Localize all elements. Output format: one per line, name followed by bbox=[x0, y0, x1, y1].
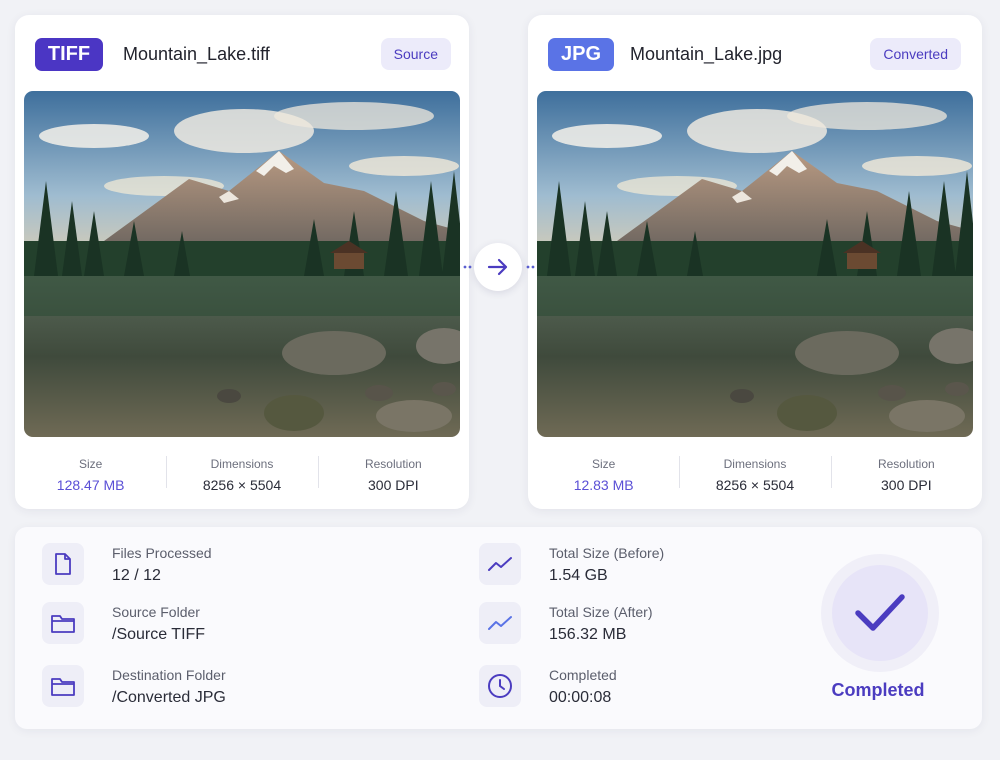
stat-value: 128.47 MB bbox=[56, 477, 125, 493]
destination-folder-value[interactable]: /Converted JPG bbox=[112, 689, 226, 707]
files-processed-label: Files Processed bbox=[112, 545, 212, 561]
total-after-label: Total Size (After) bbox=[549, 604, 653, 620]
files-processed-value: 12 / 12 bbox=[112, 567, 161, 584]
stat-value: 300 DPI bbox=[881, 477, 932, 493]
folder-icon bbox=[42, 602, 84, 644]
source-stat-resolution: Resolution 300 DPI bbox=[317, 453, 469, 497]
completed-status-label: Completed bbox=[831, 680, 925, 700]
converted-tag: Converted bbox=[870, 38, 961, 70]
stat-label: Dimensions bbox=[210, 457, 274, 471]
stat-value: 300 DPI bbox=[368, 477, 419, 493]
total-before-label: Total Size (Before) bbox=[549, 545, 665, 561]
file-icon bbox=[42, 543, 84, 585]
converted-header: JPG Mountain_Lake.jpg Converted bbox=[528, 15, 982, 91]
source-image bbox=[24, 91, 460, 437]
converted-stat-resolution: Resolution 300 DPI bbox=[830, 453, 982, 497]
stat-label: Size bbox=[591, 457, 616, 471]
converted-stat-size: Size 12.83 MB bbox=[528, 453, 679, 497]
source-folder-value[interactable]: /Source TIFF bbox=[112, 626, 205, 644]
source-card: TIFF Mountain_Lake.tiff Source Size 128.… bbox=[15, 15, 469, 509]
source-stats: Size 128.47 MB Dimensions 8256 × 5504 Re… bbox=[15, 453, 469, 497]
converted-stat-dimensions: Dimensions 8256 × 5504 bbox=[679, 453, 830, 497]
clock-icon bbox=[479, 665, 521, 707]
source-tag: Source bbox=[380, 38, 451, 70]
trend-icon bbox=[479, 543, 521, 585]
completed-time-label: Completed bbox=[549, 667, 617, 683]
convert-arrow-icon bbox=[474, 243, 522, 291]
completed-time-value: 00:00:08 bbox=[549, 689, 612, 706]
destination-folder-label: Destination Folder bbox=[112, 667, 226, 683]
stat-value: 12.83 MB bbox=[573, 477, 634, 493]
source-stat-dimensions: Dimensions 8256 × 5504 bbox=[166, 453, 317, 497]
source-header: TIFF Mountain_Lake.tiff Source bbox=[15, 15, 469, 91]
completed-status-badge bbox=[821, 554, 939, 672]
converted-card: JPG Mountain_Lake.jpg Converted Size 12.… bbox=[528, 15, 982, 509]
stat-label: Resolution bbox=[364, 457, 422, 471]
checkmark-icon bbox=[832, 565, 928, 661]
trend-icon bbox=[479, 602, 521, 644]
total-before-value: 1.54 GB bbox=[549, 567, 608, 584]
source-format-badge: TIFF bbox=[35, 38, 103, 71]
converted-format-badge: JPG bbox=[548, 38, 614, 71]
folder-icon bbox=[42, 665, 84, 707]
converted-image bbox=[537, 91, 973, 437]
stat-label: Dimensions bbox=[723, 457, 787, 471]
stat-label: Resolution bbox=[877, 457, 935, 471]
stat-label: Size bbox=[78, 457, 103, 471]
source-stat-size: Size 128.47 MB bbox=[15, 453, 166, 497]
converted-stats: Size 12.83 MB Dimensions 8256 × 5504 Res… bbox=[528, 453, 982, 497]
source-file-name: Mountain_Lake.tiff bbox=[123, 44, 270, 64]
converted-file-name: Mountain_Lake.jpg bbox=[630, 44, 783, 64]
source-folder-label: Source Folder bbox=[112, 604, 200, 620]
summary-panel: Files Processed 12 / 12 Source Folder /S… bbox=[15, 527, 982, 729]
stat-value: 8256 × 5504 bbox=[715, 477, 795, 493]
total-after-value: 156.32 MB bbox=[549, 626, 627, 643]
stat-value: 8256 × 5504 bbox=[202, 477, 282, 493]
